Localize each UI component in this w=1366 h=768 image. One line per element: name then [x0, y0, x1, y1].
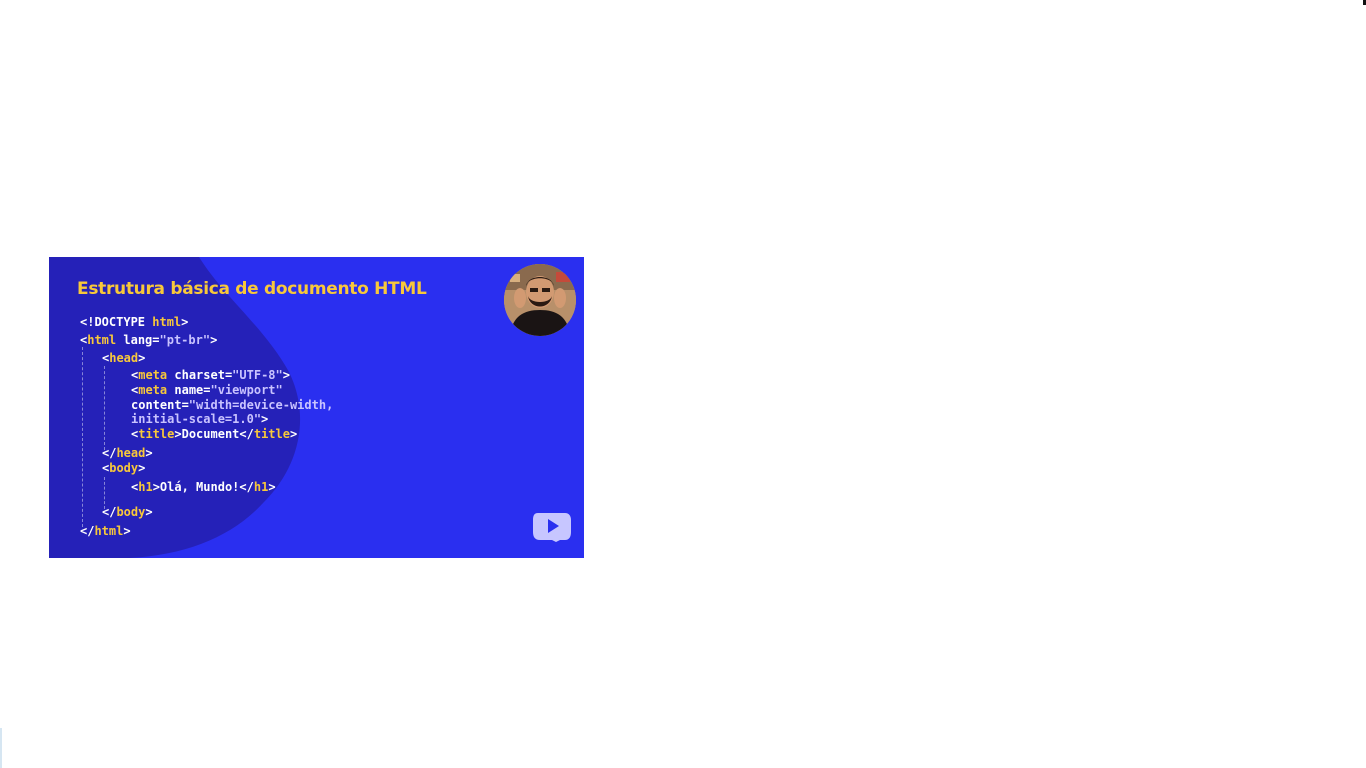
code-line-html-open: <html lang="pt-br">: [80, 333, 218, 347]
code-line-body-open: <body>: [102, 461, 146, 475]
code-block: <!DOCTYPE html> <html lang="pt-br"> <hea…: [49, 257, 584, 558]
code-line-doctype: <!DOCTYPE html>: [80, 315, 189, 329]
code-line-body-close: </body>: [102, 505, 153, 519]
code-line-meta-viewport: <meta name="viewport": [131, 383, 283, 397]
code-line-head-open: <head>: [102, 351, 146, 365]
code-line-meta-charset: <meta charset="UTF-8">: [131, 368, 290, 382]
indent-guide-html: [82, 347, 83, 527]
code-line-meta-content: content="width=device-width,: [131, 398, 334, 412]
code-line-title: <title>Document</title>: [131, 427, 298, 441]
code-line-html-close: </html>: [80, 524, 131, 538]
play-icon[interactable]: [532, 510, 572, 542]
indent-guide-head: [104, 366, 105, 450]
code-line-meta-scale: initial-scale=1.0">: [131, 412, 269, 426]
code-line-h1: <h1>Olá, Mundo!</h1>: [131, 480, 276, 494]
page: Estrutura básica de documento HTML <!DOC…: [0, 0, 1366, 768]
video-player[interactable]: Estrutura básica de documento HTML <!DOC…: [49, 257, 584, 558]
code-line-head-close: </head>: [102, 446, 153, 460]
scroll-edge-indicator: [0, 728, 2, 768]
